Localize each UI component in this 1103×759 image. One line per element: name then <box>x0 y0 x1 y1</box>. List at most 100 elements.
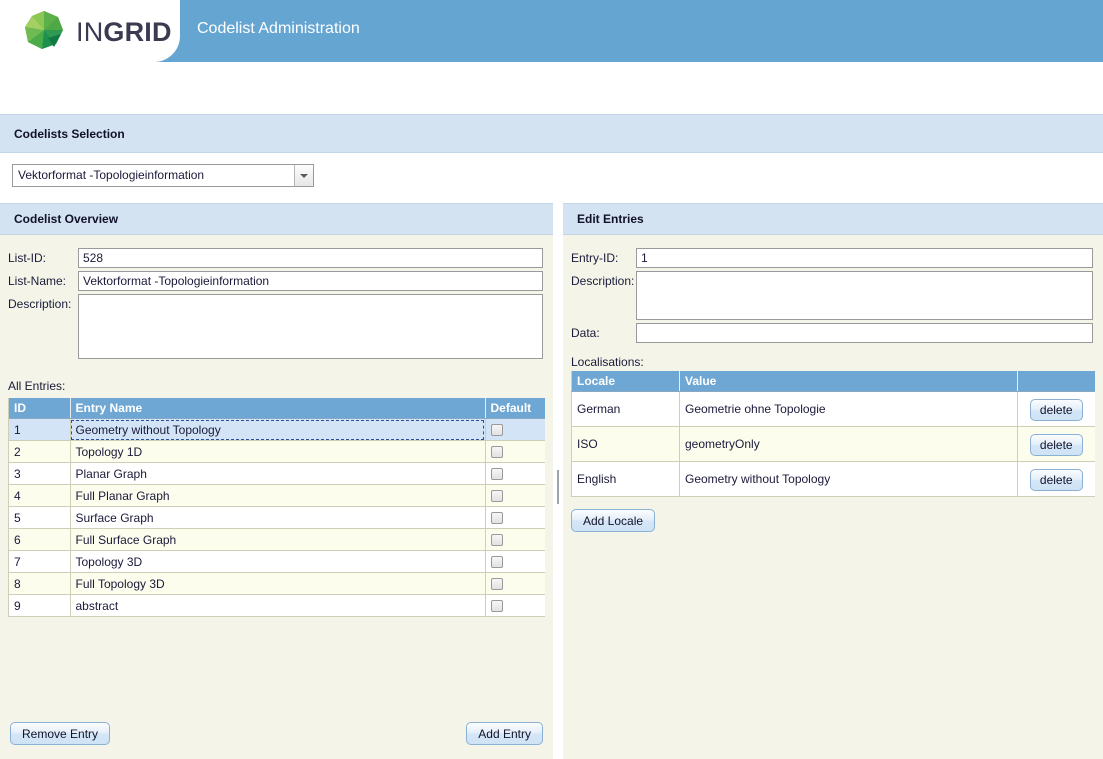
cell-entry-name[interactable]: Surface Graph <box>70 507 485 529</box>
cell-entry-name[interactable]: Topology 1D <box>70 441 485 463</box>
splitter-grip[interactable] <box>557 470 559 504</box>
banner-spacer <box>0 62 1103 114</box>
column-header-value: Value <box>680 371 1018 392</box>
entry-description-label: Description: <box>571 271 636 291</box>
cell-entry-name[interactable]: Topology 3D <box>70 551 485 573</box>
delete-locale-button[interactable]: delete <box>1030 399 1083 421</box>
table-row[interactable]: 8Full Topology 3D <box>9 573 545 595</box>
list-name-label: List-Name: <box>8 271 78 291</box>
cell-id: 3 <box>9 463 70 485</box>
table-row[interactable]: 2Topology 1D <box>9 441 545 463</box>
entry-data-row: Data: <box>571 323 1095 343</box>
cell-entry-name[interactable]: Full Planar Graph <box>70 485 485 507</box>
table-row[interactable]: 9abstract <box>9 595 545 617</box>
table-row[interactable]: 1Geometry without Topology <box>9 419 545 441</box>
default-checkbox[interactable] <box>491 468 503 480</box>
chevron-down-icon[interactable] <box>294 165 313 186</box>
default-checkbox[interactable] <box>491 534 503 546</box>
default-checkbox[interactable] <box>491 578 503 590</box>
delete-locale-button[interactable]: delete <box>1030 469 1083 491</box>
codelist-overview-panel: Codelist Overview List-ID: List-Name: De… <box>0 203 553 759</box>
codelists-selection-header: Codelists Selection <box>0 114 1103 153</box>
column-header-entry-name: Entry Name <box>70 398 485 419</box>
list-name-input[interactable] <box>78 271 543 291</box>
logo-word-grid: GRID <box>103 17 171 47</box>
remove-entry-button[interactable]: Remove Entry <box>10 722 110 745</box>
cell-entry-name[interactable]: Full Surface Graph <box>70 529 485 551</box>
cell-actions: delete <box>1017 392 1095 427</box>
entry-id-input[interactable] <box>636 248 1093 268</box>
entry-data-input[interactable] <box>636 323 1093 343</box>
table-row[interactable]: 6Full Surface Graph <box>9 529 545 551</box>
table-header-row: IDEntry NameDefault <box>9 398 545 419</box>
table-row[interactable]: 3Planar Graph <box>9 463 545 485</box>
codelist-select-value: Vektorformat -Topologieinformation <box>13 165 294 186</box>
cell-value[interactable]: geometryOnly <box>680 427 1018 462</box>
cell-default[interactable] <box>485 573 545 595</box>
cell-default[interactable] <box>485 551 545 573</box>
default-checkbox[interactable] <box>491 512 503 524</box>
entry-actions: Remove Entry Add Entry <box>0 722 553 745</box>
codelist-select[interactable]: Vektorformat -Topologieinformation <box>12 164 314 187</box>
cell-id: 4 <box>9 485 70 507</box>
cell-entry-name[interactable]: Geometry without Topology <box>70 419 485 441</box>
table-row[interactable]: 5Surface Graph <box>9 507 545 529</box>
default-checkbox[interactable] <box>491 600 503 612</box>
cell-default[interactable] <box>485 441 545 463</box>
column-header-locale: Locale <box>572 371 680 392</box>
description-textarea[interactable] <box>78 294 543 359</box>
list-name-row: List-Name: <box>8 271 545 291</box>
cell-value[interactable]: Geometry without Topology <box>680 462 1018 497</box>
default-checkbox[interactable] <box>491 490 503 502</box>
list-id-input[interactable] <box>78 248 543 268</box>
cell-default[interactable] <box>485 463 545 485</box>
entry-data-label: Data: <box>571 323 636 343</box>
add-locale-row: Add Locale <box>571 509 1103 532</box>
edit-entries-panel: Edit Entries Entry-ID: Description: Data… <box>563 203 1103 759</box>
table-row[interactable]: ISOgeometryOnlydelete <box>572 427 1096 462</box>
cell-entry-name[interactable]: abstract <box>70 595 485 617</box>
column-header-id: ID <box>9 398 70 419</box>
cell-default[interactable] <box>485 529 545 551</box>
table-body: GermanGeometrie ohne TopologiedeleteISOg… <box>572 392 1096 497</box>
cell-entry-name[interactable]: Full Topology 3D <box>70 573 485 595</box>
default-checkbox[interactable] <box>491 446 503 458</box>
description-label: Description: <box>8 294 78 314</box>
list-id-row: List-ID: <box>8 248 545 268</box>
codelist-overview-title: Codelist Overview <box>14 212 118 226</box>
cell-entry-name[interactable]: Planar Graph <box>70 463 485 485</box>
delete-locale-button[interactable]: delete <box>1030 434 1083 456</box>
cell-actions: delete <box>1017 462 1095 497</box>
table-row[interactable]: 7Topology 3D <box>9 551 545 573</box>
default-checkbox[interactable] <box>491 556 503 568</box>
table-body: 1Geometry without Topology2Topology 1D3P… <box>9 419 545 617</box>
cell-id: 6 <box>9 529 70 551</box>
cell-locale: German <box>572 392 680 427</box>
cell-value[interactable]: Geometrie ohne Topologie <box>680 392 1018 427</box>
cell-default[interactable] <box>485 485 545 507</box>
codelist-overview-header: Codelist Overview <box>0 203 553 235</box>
logo-word-in: IN <box>76 17 103 47</box>
all-entries-table-wrap: IDEntry NameDefault 1Geometry without To… <box>8 398 545 617</box>
ingrid-logo: INGRID <box>20 7 180 57</box>
entry-description-textarea[interactable] <box>636 271 1093 320</box>
table-row[interactable]: 4Full Planar Graph <box>9 485 545 507</box>
cell-default[interactable] <box>485 507 545 529</box>
column-header-actions <box>1017 371 1095 392</box>
list-id-label: List-ID: <box>8 248 78 268</box>
cell-id: 2 <box>9 441 70 463</box>
table-row[interactable]: GermanGeometrie ohne Topologie delete <box>572 392 1096 427</box>
cell-default[interactable] <box>485 419 545 441</box>
edit-entries-title: Edit Entries <box>577 212 644 226</box>
panel-splitter[interactable] <box>553 203 563 759</box>
localisations-table-wrap: LocaleValue GermanGeometrie ohne Topolog… <box>571 371 1095 497</box>
cell-locale: English <box>572 462 680 497</box>
cell-default[interactable] <box>485 595 545 617</box>
default-checkbox[interactable] <box>491 424 503 436</box>
cell-id: 5 <box>9 507 70 529</box>
add-locale-button[interactable]: Add Locale <box>571 509 655 532</box>
table-row[interactable]: EnglishGeometry without Topology delete <box>572 462 1096 497</box>
add-entry-button[interactable]: Add Entry <box>466 722 543 745</box>
cell-actions: delete <box>1017 427 1095 462</box>
column-header-default: Default <box>485 398 545 419</box>
